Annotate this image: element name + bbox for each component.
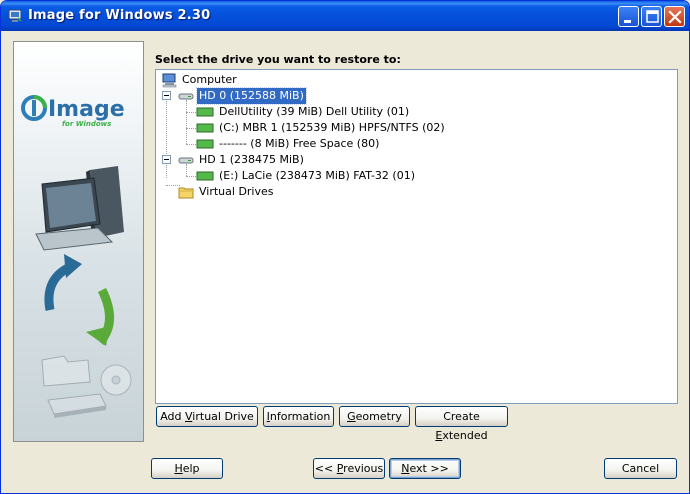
tree-node-hd1[interactable]: HD 1 (238475 MiB) [160,152,360,168]
maximize-button[interactable] [641,6,662,27]
minimize-icon [624,20,631,23]
logo-brand: Image [48,97,125,122]
tree-node-computer[interactable]: Computer [160,72,360,88]
tree-node-label: (C:) MBR 1 (152539 MiB) HPFS/NTFS (02) [219,121,445,134]
create-extended-button[interactable]: Create Extended [415,406,508,442]
tree-node-label: HD 1 (238475 MiB) [199,153,304,166]
tree-node-partition[interactable]: ------- (8 MiB) Free Space (80) [196,136,496,152]
computer-illustration [35,166,124,251]
tree-node-label: Virtual Drives [199,185,274,198]
information-button[interactable]: Information [263,406,334,427]
window-title: Image for Windows 2.30 [28,8,211,23]
sync-arrows-icon [44,254,114,346]
geometry-button[interactable]: Geometry [339,406,410,427]
logo-tagline: for Windows [62,120,111,128]
tree-connector [186,100,187,144]
next-button[interactable]: Next >> [389,458,461,479]
partition-icon [196,139,214,149]
tree-node-label: ------- (8 MiB) Free Space (80) [219,137,380,150]
prompt-label: Select the drive you want to restore to: [155,53,401,66]
help-button[interactable]: Help [151,458,223,479]
tree-node-partition[interactable]: DellUtility (39 MiB) Dell Utility (01) [196,104,496,120]
partition-icon [196,171,214,181]
tree-node-label: DellUtility (39 MiB) Dell Utility (01) [219,105,410,118]
tree-node-virtual-drives[interactable]: Virtual Drives [176,184,376,200]
computer-icon [162,73,177,88]
tree-node-hd0[interactable]: HD 0 (152588 MiB) [160,87,360,105]
title-bar[interactable]: Image for Windows 2.30 [1,1,689,31]
folder-disc-illustration [41,355,132,418]
side-banner: Image for Windows [13,41,144,442]
tree-node-partition[interactable]: (C:) MBR 1 (152539 MiB) HPFS/NTFS (02) [196,120,496,136]
tree-node-label: HD 0 (152588 MiB) [196,87,307,105]
collapse-toggle[interactable] [162,155,171,164]
cancel-button[interactable]: Cancel [604,458,677,479]
tree-node-partition[interactable]: (E:) LaCie (238473 MiB) FAT-32 (01) [196,168,496,184]
tree-node-label: Computer [182,73,237,86]
drive-tree[interactable]: Computer HD 0 (152588 MiB) DellUtility (… [155,69,678,404]
tree-node-label: (E:) LaCie (238473 MiB) FAT-32 (01) [219,169,416,182]
main-window: Image for Windows 2.30 Image for Windows… [0,0,690,494]
folder-icon [178,187,194,199]
hard-drive-icon [178,93,194,100]
partition-icon [196,123,214,133]
hard-drive-icon [178,157,194,164]
close-icon [668,10,682,24]
maximize-icon [646,10,659,23]
add-virtual-drive-button[interactable]: Add Virtual Drive [156,406,258,427]
partition-icon [196,107,214,117]
close-button[interactable] [664,6,685,27]
collapse-toggle[interactable] [162,91,171,100]
image-logo: Image for Windows [21,95,125,128]
app-icon [8,9,22,22]
previous-button[interactable]: << Previous [313,458,385,479]
minimize-button[interactable] [618,6,639,27]
